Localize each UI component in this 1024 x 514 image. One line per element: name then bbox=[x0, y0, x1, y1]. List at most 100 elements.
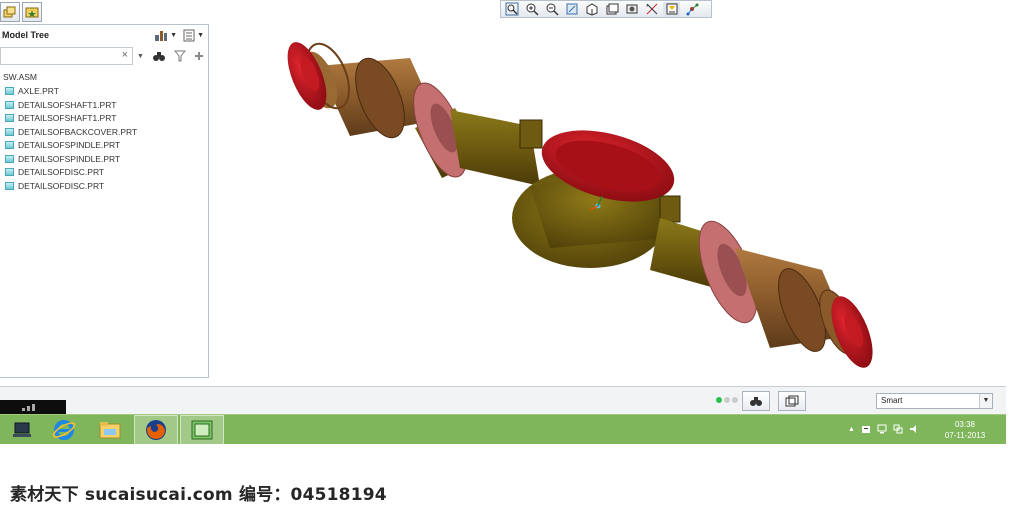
folder-star-icon bbox=[25, 7, 39, 18]
selection-box-icon bbox=[785, 395, 799, 407]
zoom-in-icon bbox=[526, 3, 539, 16]
navigator-tabs bbox=[0, 0, 60, 24]
selection-filter-select[interactable]: Smart ▼ bbox=[876, 393, 993, 409]
tree-root-assembly[interactable]: SW.ASM bbox=[0, 71, 207, 85]
model-tree-title: Model Tree bbox=[2, 30, 50, 40]
zoom-out-button[interactable] bbox=[543, 2, 560, 17]
refit-button[interactable] bbox=[503, 2, 520, 17]
volume-icon[interactable] bbox=[909, 424, 919, 434]
graphics-viewport[interactable] bbox=[210, 18, 1006, 384]
status-dot bbox=[732, 397, 738, 403]
model-tree-header: Model Tree ▼ ▼ bbox=[0, 25, 208, 45]
part-icon bbox=[5, 141, 14, 150]
tree-item[interactable]: DETAILSOFSHAFT1.PRT bbox=[0, 112, 207, 126]
regeneration-status bbox=[716, 397, 738, 403]
taskbar-firefox[interactable] bbox=[134, 415, 178, 445]
model-tree-panel: Model Tree ▼ ▼ × ▼ SW.ASM AXLE.PRT DETAI… bbox=[0, 24, 209, 378]
creo-window: Model Tree ▼ ▼ × ▼ SW.ASM AXLE.PRT DETAI… bbox=[0, 0, 1024, 514]
spin-center-icon bbox=[686, 3, 698, 16]
graphics-toolbar: * bbox=[500, 0, 712, 18]
chevron-down-icon: ▼ bbox=[197, 31, 204, 39]
display-style-button[interactable] bbox=[583, 2, 600, 17]
part-icon bbox=[5, 127, 14, 136]
creo-app-icon bbox=[191, 420, 213, 440]
part-icon bbox=[5, 154, 14, 163]
tree-item[interactable]: DETAILSOFDISC.PRT bbox=[0, 166, 207, 180]
layers-icon bbox=[3, 6, 16, 18]
taskbar-file-explorer[interactable] bbox=[88, 415, 132, 445]
taskbar-creo[interactable] bbox=[180, 415, 224, 445]
list-icon bbox=[183, 29, 195, 41]
signal-icon bbox=[22, 404, 35, 411]
tree-item-label: DETAILSOFSHAFT1.PRT bbox=[18, 99, 117, 110]
tree-item-label: DETAILSOFDISC.PRT bbox=[18, 167, 105, 178]
part-icon bbox=[5, 181, 14, 190]
tree-settings-icon bbox=[155, 30, 168, 41]
status-bar: Smart ▼ bbox=[0, 386, 1006, 414]
annotation-display-button[interactable] bbox=[663, 1, 680, 17]
part-icon bbox=[5, 87, 14, 96]
folder-icon bbox=[99, 422, 121, 439]
tree-item[interactable]: DETAILSOFDISC.PRT bbox=[0, 179, 207, 193]
favorites-tab[interactable] bbox=[22, 2, 42, 22]
spin-center-button[interactable] bbox=[683, 2, 700, 17]
zoom-in-button[interactable] bbox=[523, 2, 540, 17]
view-manager-button[interactable] bbox=[623, 2, 640, 17]
zoom-out-icon bbox=[546, 3, 559, 16]
find-binoculars-icon bbox=[750, 397, 762, 406]
find-button[interactable] bbox=[742, 391, 770, 411]
tree-item[interactable]: DETAILSOFSPINDLE.PRT bbox=[0, 152, 207, 166]
chevron-down-icon[interactable]: ▼ bbox=[979, 394, 992, 408]
datum-display-icon: * bbox=[646, 3, 657, 15]
tree-item-label: DETAILSOFSHAFT1.PRT bbox=[18, 113, 117, 124]
firefox-icon bbox=[146, 420, 166, 440]
tree-item[interactable]: DETAILSOFSPINDLE.PRT bbox=[0, 139, 207, 153]
tree-item[interactable]: DETAILSOFBACKCOVER.PRT bbox=[0, 125, 207, 139]
part-icon bbox=[5, 114, 14, 123]
selection-box-button[interactable] bbox=[778, 391, 806, 411]
model-tree: SW.ASM AXLE.PRT DETAILSOFSHAFT1.PRT DETA… bbox=[0, 71, 207, 193]
display-style-icon bbox=[586, 3, 597, 16]
show-menu-button[interactable]: ▼ bbox=[183, 29, 204, 42]
tree-search-row: × ▼ bbox=[0, 46, 207, 66]
repaint-icon bbox=[566, 3, 577, 15]
windows-taskbar: ▲ 03:38 07-11-2013 bbox=[0, 414, 1006, 445]
tree-settings-button[interactable]: ▼ bbox=[154, 29, 177, 42]
bracket-right bbox=[659, 195, 681, 223]
part-icon bbox=[5, 168, 14, 177]
network-icon[interactable] bbox=[877, 424, 887, 434]
tree-item[interactable]: DETAILSOFSHAFT1.PRT bbox=[0, 98, 207, 112]
internet-explorer-icon bbox=[52, 420, 76, 440]
saved-views-icon bbox=[606, 3, 618, 15]
tree-item-label: DETAILSOFSPINDLE.PRT bbox=[18, 153, 121, 164]
datum-display-button[interactable]: * bbox=[643, 2, 660, 17]
message-area-tab bbox=[0, 400, 66, 414]
taskbar-clock[interactable]: 03:38 07-11-2013 bbox=[936, 419, 994, 441]
taskbar-computer[interactable] bbox=[0, 415, 44, 445]
tree-item[interactable]: AXLE.PRT bbox=[0, 85, 207, 99]
filter-icon[interactable] bbox=[173, 50, 186, 62]
add-icon[interactable] bbox=[194, 51, 204, 61]
tree-item-label: DETAILSOFBACKCOVER.PRT bbox=[18, 126, 138, 137]
watermark-text: 素材天下 sucaisucai.com 编号：04518194 bbox=[10, 485, 387, 505]
tree-search-input[interactable]: × bbox=[0, 47, 133, 65]
find-binoculars-icon[interactable] bbox=[152, 50, 166, 62]
search-dropdown-icon[interactable]: ▼ bbox=[137, 53, 144, 60]
bracket-left bbox=[519, 119, 543, 149]
clear-search-icon[interactable]: × bbox=[122, 49, 128, 61]
view-manager-icon bbox=[626, 4, 637, 14]
display-icon[interactable] bbox=[893, 424, 903, 434]
layers-tab[interactable] bbox=[0, 2, 20, 22]
axle-model bbox=[287, 42, 873, 368]
refit-icon bbox=[505, 2, 518, 16]
computer-icon bbox=[13, 422, 31, 437]
taskbar-internet-explorer[interactable] bbox=[42, 415, 86, 445]
repaint-button[interactable] bbox=[563, 2, 580, 17]
selection-filter-value: Smart bbox=[881, 396, 903, 405]
show-hidden-icons-button[interactable]: ▲ bbox=[848, 426, 855, 433]
saved-views-button[interactable] bbox=[603, 2, 620, 17]
part-icon bbox=[5, 100, 14, 109]
action-center-icon[interactable] bbox=[861, 424, 871, 434]
annotation-display-icon bbox=[666, 3, 677, 15]
status-dot bbox=[724, 397, 730, 403]
